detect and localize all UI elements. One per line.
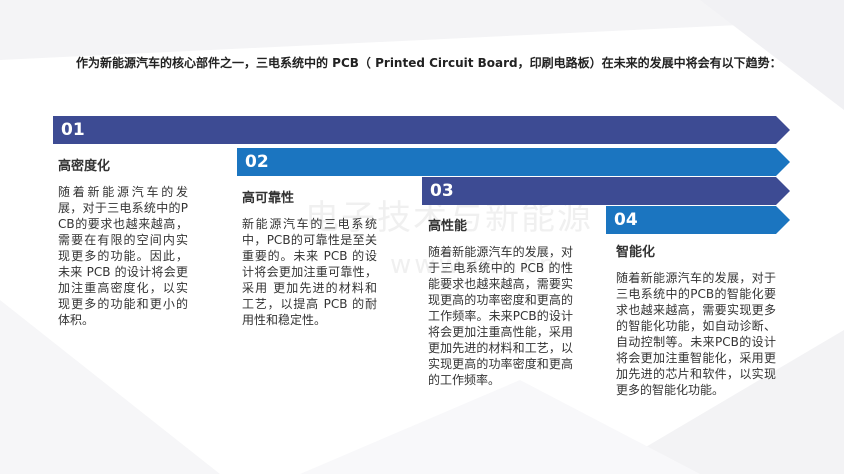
trend-bar-04: 04 xyxy=(606,206,790,234)
trend-body: 随着新能源汽车的发展，对于三电系统中的PCB的要求也越来越高，需要在有限的空间内… xyxy=(58,185,188,327)
trend-bar-03: 03 xyxy=(422,177,790,205)
trend-title: 智能化 xyxy=(616,245,656,260)
trend-column-03: 高性能 随着新能源汽车的发展，对于三电系统中的 PCB 的性能要求也越来越高，需… xyxy=(428,215,573,388)
trend-body: 新能源汽车的三电系统中，PCB的可靠性是至关重要的。未来 PCB 的设计将会更加… xyxy=(242,217,377,327)
trend-title: 高性能 xyxy=(428,219,468,234)
trend-body: 随着新能源汽车的发展，对于三电系统中的 PCB 的性能要求也越来越高，需要实现更… xyxy=(428,245,573,387)
trend-bar-01: 01 xyxy=(53,116,790,144)
trend-bar-02: 02 xyxy=(237,148,790,176)
trend-column-02: 高可靠性 新能源汽车的三电系统中，PCB的可靠性是至关重要的。未来 PCB 的设… xyxy=(242,187,377,328)
trend-title: 高可靠性 xyxy=(242,191,295,206)
trend-column-04: 智能化 随着新能源汽车的发展，对于三电系统中的PCB的智能化要求也越来越高，需要… xyxy=(616,241,776,398)
intro-paragraph: 作为新能源汽车的核心部件之一，三电系统中的 PCB（ Printed Circu… xyxy=(76,56,782,70)
trend-title: 高密度化 xyxy=(58,159,111,174)
trend-body: 随着新能源汽车的发展，对于三电系统中的PCB的智能化要求也越来越高，需要实现更多… xyxy=(616,271,776,397)
trend-column-01: 高密度化 随着新能源汽车的发展，对于三电系统中的PCB的要求也越来越高，需要在有… xyxy=(58,155,188,328)
